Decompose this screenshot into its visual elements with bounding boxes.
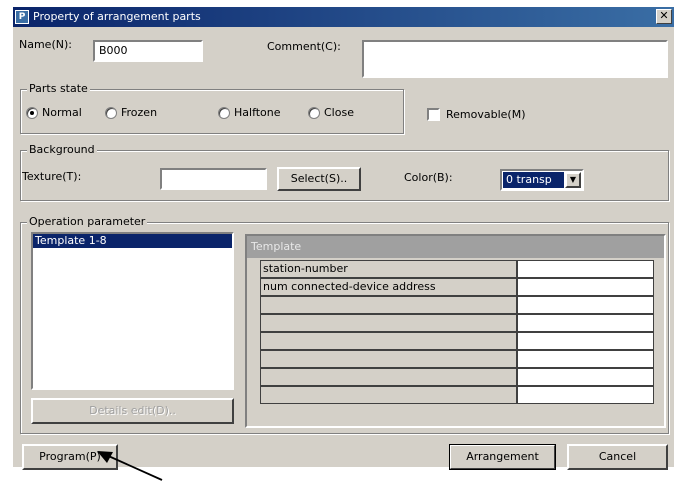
pointer-arrow-icon [97, 451, 163, 481]
